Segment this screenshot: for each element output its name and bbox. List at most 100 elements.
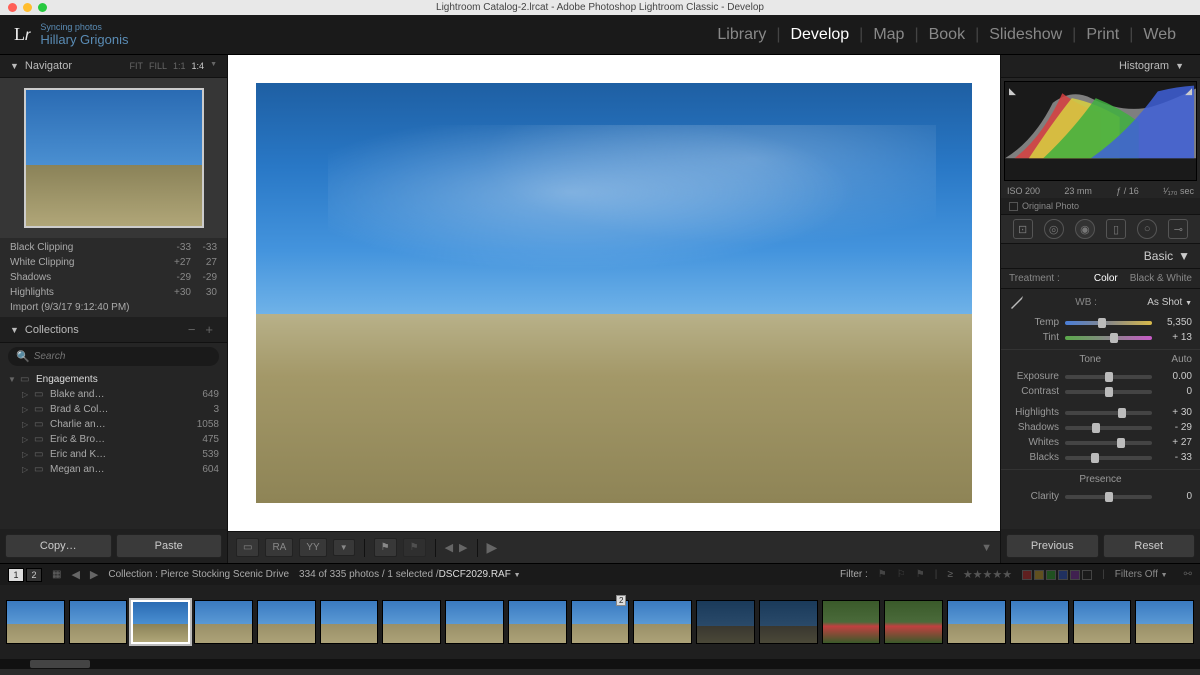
minimize-window-button[interactable] [23, 3, 32, 12]
filmstrip-thumb[interactable] [445, 600, 504, 644]
history-row[interactable]: White Clipping+2727 [0, 255, 227, 270]
module-slideshow[interactable]: Slideshow [979, 26, 1072, 44]
display-1-button[interactable]: 1 [8, 568, 24, 582]
collection-item[interactable]: ▷▭Megan an…604 [0, 462, 227, 477]
zoom-fit[interactable]: FIT [130, 61, 144, 71]
filmstrip[interactable]: 2 [0, 585, 1200, 659]
shadow-clip-icon[interactable]: ◣ [1009, 86, 1016, 97]
filmstrip-thumb[interactable] [194, 600, 253, 644]
grid-view-icon[interactable]: ▦ [52, 569, 61, 580]
shadows-slider[interactable]: Shadows- 29 [1001, 420, 1200, 435]
filmstrip-thumb[interactable] [822, 600, 881, 644]
zoom-dropdown-icon[interactable]: ▼ [210, 61, 217, 71]
module-print[interactable]: Print [1076, 26, 1129, 44]
exposure-slider[interactable]: Exposure0.00 [1001, 369, 1200, 384]
filmstrip-scrollbar[interactable] [0, 659, 1200, 669]
nav-back-button[interactable]: ◀ [71, 568, 79, 581]
crop-tool-icon[interactable]: ⊡ [1013, 219, 1033, 239]
filter-preset-dropdown[interactable]: Filters Off ▼ [1115, 569, 1168, 580]
collection-item[interactable]: ▷▭Charlie an…1058 [0, 417, 227, 432]
module-web[interactable]: Web [1133, 26, 1186, 44]
collections-search-input[interactable] [34, 351, 211, 362]
filmstrip-thumb[interactable] [1073, 600, 1132, 644]
blacks-slider[interactable]: Blacks- 33 [1001, 450, 1200, 465]
filmstrip-thumb-selected[interactable] [131, 600, 190, 644]
collections-minus-icon[interactable]: − [188, 322, 200, 337]
collection-item[interactable]: ▷▭Eric & Bro…475 [0, 432, 227, 447]
label-none[interactable] [1082, 570, 1092, 580]
filmstrip-thumb[interactable] [1010, 600, 1069, 644]
reset-button[interactable]: Reset [1103, 534, 1196, 558]
clarity-slider[interactable]: Clarity0 [1001, 489, 1200, 504]
history-row[interactable]: Highlights+3030 [0, 285, 227, 300]
navigator-preview[interactable] [0, 78, 227, 238]
graduated-filter-icon[interactable]: ▯ [1106, 219, 1126, 239]
flag-reject-button[interactable]: ⚑ [403, 538, 426, 557]
toolbar-menu-button[interactable]: ▼ [981, 542, 992, 554]
highlights-slider[interactable]: Highlights+ 30 [1001, 405, 1200, 420]
before-after-lr-button[interactable]: RA [265, 538, 293, 557]
original-photo-toggle[interactable]: Original Photo [1001, 198, 1200, 214]
collections-header[interactable]: ▼ Collections −+ [0, 317, 227, 343]
maximize-window-button[interactable] [38, 3, 47, 12]
collection-folder[interactable]: ▼▭Engagements [0, 372, 227, 387]
highlight-clip-icon[interactable]: ◢ [1185, 86, 1192, 97]
treatment-color[interactable]: Color [1094, 273, 1118, 284]
zoom-1to1[interactable]: 1:1 [173, 61, 186, 71]
treatment-bw[interactable]: Black & White [1130, 273, 1192, 284]
basic-panel-header[interactable]: Basic ▼ [1001, 244, 1200, 269]
filter-flagged-icon[interactable]: ⚑ [878, 569, 887, 580]
before-after-dropdown[interactable]: ▼ [333, 539, 355, 556]
history-row[interactable]: Shadows-29-29 [0, 270, 227, 285]
radial-filter-icon[interactable]: ○ [1137, 219, 1157, 239]
label-red[interactable] [1022, 570, 1032, 580]
label-blue[interactable] [1058, 570, 1068, 580]
copy-button[interactable]: Copy… [5, 534, 112, 558]
play-slideshow-button[interactable]: ▶ [487, 539, 498, 556]
auto-tone-button[interactable]: Auto [1171, 354, 1192, 365]
filmstrip-thumb[interactable] [6, 600, 65, 644]
filmstrip-thumb[interactable]: 2 [571, 600, 630, 644]
previous-button[interactable]: Previous [1006, 534, 1099, 558]
history-row[interactable]: Black Clipping-33-33 [0, 240, 227, 255]
filmstrip-thumb[interactable] [947, 600, 1006, 644]
label-green[interactable] [1046, 570, 1056, 580]
filmstrip-thumb[interactable] [759, 600, 818, 644]
filmstrip-thumb[interactable] [633, 600, 692, 644]
loupe-view-button[interactable]: ▭ [236, 538, 259, 557]
filmstrip-thumb[interactable] [1135, 600, 1194, 644]
image-canvas[interactable] [228, 55, 1000, 531]
whites-slider[interactable]: Whites+ 27 [1001, 435, 1200, 450]
filmstrip-thumb[interactable] [382, 600, 441, 644]
label-purple[interactable] [1070, 570, 1080, 580]
contrast-slider[interactable]: Contrast0 [1001, 384, 1200, 399]
adjustment-brush-icon[interactable]: ⊸ [1168, 219, 1188, 239]
redeye-tool-icon[interactable]: ◉ [1075, 219, 1095, 239]
filter-unflagged-icon[interactable]: ⚐ [897, 569, 906, 580]
nav-forward-button[interactable]: ▶ [90, 568, 98, 581]
next-photo-button[interactable]: ▶ [459, 541, 467, 554]
filmstrip-thumb[interactable] [69, 600, 128, 644]
module-library[interactable]: Library [707, 26, 776, 44]
eyedropper-icon[interactable] [1009, 294, 1025, 310]
zoom-ratio[interactable]: 1:4 [192, 61, 205, 71]
collections-search[interactable]: 🔍 [8, 347, 219, 366]
collections-plus-icon[interactable]: + [205, 322, 217, 337]
filmstrip-thumb[interactable] [257, 600, 316, 644]
before-after-tb-button[interactable]: YY [299, 538, 326, 557]
module-map[interactable]: Map [863, 26, 914, 44]
scrollbar-thumb[interactable] [30, 660, 90, 668]
display-2-button[interactable]: 2 [26, 568, 42, 582]
collection-item[interactable]: ▷▭Blake and…649 [0, 387, 227, 402]
module-book[interactable]: Book [919, 26, 975, 44]
flag-pick-button[interactable]: ⚑ [374, 538, 397, 557]
collection-item[interactable]: ▷▭Eric and K…539 [0, 447, 227, 462]
identity-plate[interactable]: Syncing photos Hillary Grigonis [40, 22, 128, 47]
paste-button[interactable]: Paste [116, 534, 223, 558]
label-yellow[interactable] [1034, 570, 1044, 580]
filmstrip-thumb[interactable] [508, 600, 567, 644]
wb-preset-dropdown[interactable]: As Shot ▼ [1147, 297, 1192, 308]
zoom-fill[interactable]: FILL [149, 61, 167, 71]
source-label[interactable]: Collection : Pierce Stocking Scenic Driv… [108, 569, 289, 580]
tint-slider[interactable]: Tint+ 13 [1001, 330, 1200, 345]
